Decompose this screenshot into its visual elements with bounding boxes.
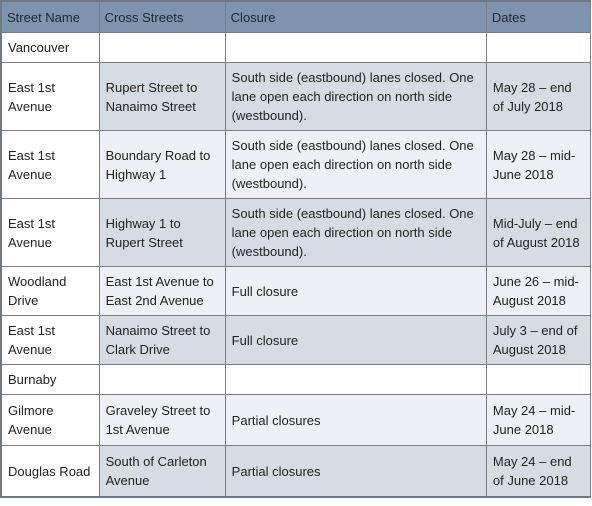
dates-cell: May 28 – end of July 2018	[485, 62, 592, 131]
dates-cell: Mid-July – end of August 2018	[485, 198, 592, 267]
closure-cell: South side (eastbound) lanes closed. One…	[224, 62, 487, 131]
street-name-cell: East 1st Avenue	[0, 130, 100, 199]
street-name-cell: Gilmore Avenue	[0, 394, 100, 446]
table-row: Gilmore Avenue Graveley Street to 1st Av…	[0, 394, 592, 446]
street-name-cell: Vancouver	[0, 32, 100, 63]
table-row: Woodland Drive East 1st Avenue to East 2…	[0, 266, 592, 316]
region-row-vancouver: Vancouver	[0, 32, 592, 63]
cross-streets-cell: Rupert Street to Nanaimo Street	[98, 62, 226, 131]
dates-cell: May 28 – mid-June 2018	[485, 130, 592, 199]
cross-streets-cell: South of Carleton Avenue	[98, 445, 226, 498]
closure-cell: Partial closures	[224, 445, 487, 498]
closure-cell: Partial closures	[224, 394, 487, 446]
closure-cell: South side (eastbound) lanes closed. One…	[224, 130, 487, 199]
cross-streets-cell: Highway 1 to Rupert Street	[98, 198, 226, 267]
header-closure: Closure	[224, 0, 487, 33]
header-cross-streets: Cross Streets	[98, 0, 226, 33]
table-row: East 1st Avenue Highway 1 to Rupert Stre…	[0, 198, 592, 267]
dates-cell: May 24 – mid-June 2018	[485, 394, 592, 446]
dates-cell: July 3 – end of August 2018	[485, 315, 592, 365]
street-name-cell: East 1st Avenue	[0, 315, 100, 365]
table-row: East 1st Avenue Nanaimo Street to Clark …	[0, 315, 592, 365]
closure-cell: South side (eastbound) lanes closed. One…	[224, 198, 487, 267]
closure-cell	[224, 32, 487, 63]
street-name-cell: Burnaby	[0, 364, 100, 395]
table-row: East 1st Avenue Rupert Street to Nanaimo…	[0, 62, 592, 131]
dates-cell	[485, 32, 592, 63]
closure-cell	[224, 364, 487, 395]
closure-cell: Full closure	[224, 315, 487, 365]
table-row: Douglas Road South of Carleton Avenue Pa…	[0, 445, 592, 498]
cross-streets-cell	[98, 32, 226, 63]
road-closures-table: Street Name Cross Streets Closure Dates …	[0, 0, 592, 498]
header-row: Street Name Cross Streets Closure Dates	[0, 0, 592, 33]
cross-streets-cell: East 1st Avenue to East 2nd Avenue	[98, 266, 226, 316]
cross-streets-cell	[98, 364, 226, 395]
cross-streets-cell: Graveley Street to 1st Avenue	[98, 394, 226, 446]
street-name-cell: Douglas Road	[0, 445, 100, 498]
cross-streets-cell: Boundary Road to Highway 1	[98, 130, 226, 199]
table-row: East 1st Avenue Boundary Road to Highway…	[0, 130, 592, 199]
street-name-cell: East 1st Avenue	[0, 198, 100, 267]
header-street-name: Street Name	[0, 0, 100, 33]
header-dates: Dates	[485, 0, 592, 33]
street-name-cell: Woodland Drive	[0, 266, 100, 316]
region-row-burnaby: Burnaby	[0, 364, 592, 395]
street-name-cell: East 1st Avenue	[0, 62, 100, 131]
dates-cell: May 24 – end of June 2018	[485, 445, 592, 498]
dates-cell: June 26 – mid-August 2018	[485, 266, 592, 316]
closure-cell: Full closure	[224, 266, 487, 316]
dates-cell	[485, 364, 592, 395]
cross-streets-cell: Nanaimo Street to Clark Drive	[98, 315, 226, 365]
